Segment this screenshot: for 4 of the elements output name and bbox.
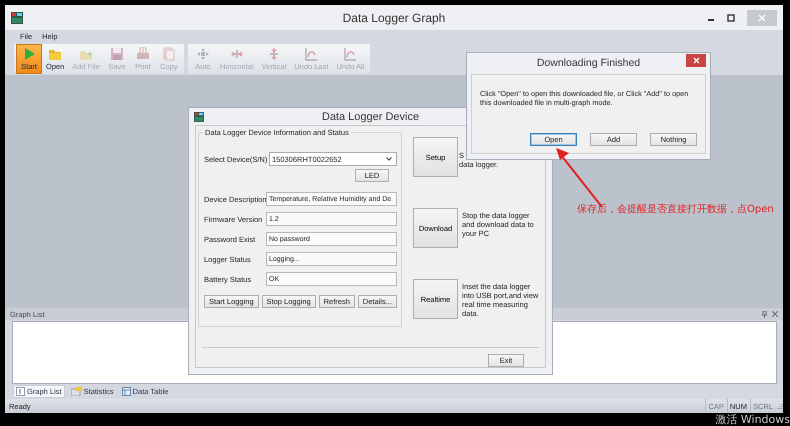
activation-notice: 激活 Windows	[715, 413, 790, 426]
dialog-title: Data Logger Device	[320, 110, 420, 122]
window-title: Data Logger Graph	[342, 10, 446, 24]
dialog-title: Downloading Finished	[536, 57, 640, 69]
